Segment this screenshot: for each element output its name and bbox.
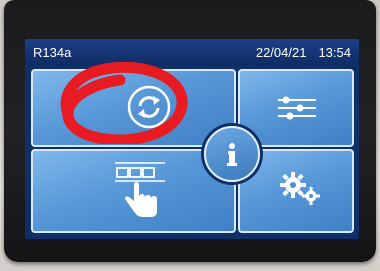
status-bar: R134a 22/04/21 13:54 — [25, 39, 359, 65]
time-label: 13:54 — [318, 45, 351, 60]
date-time: 22/04/21 13:54 — [256, 45, 351, 60]
info-icon — [227, 143, 237, 166]
date-label: 22/04/21 — [255, 45, 307, 60]
sync-tile-button[interactable] — [31, 69, 236, 147]
sliders-icon — [278, 96, 316, 120]
device-photo: R134a 22/04/21 13:54 — [0, 0, 380, 271]
sync-icon — [127, 85, 171, 129]
settings-tile-button[interactable] — [238, 69, 354, 147]
refrigerant-label: R134a — [33, 45, 72, 60]
touch-screen: R134a 22/04/21 13:54 — [25, 39, 359, 239]
info-button[interactable] — [204, 126, 260, 182]
touch-keypad-icon — [115, 162, 165, 217]
gears-icon — [280, 172, 320, 205]
